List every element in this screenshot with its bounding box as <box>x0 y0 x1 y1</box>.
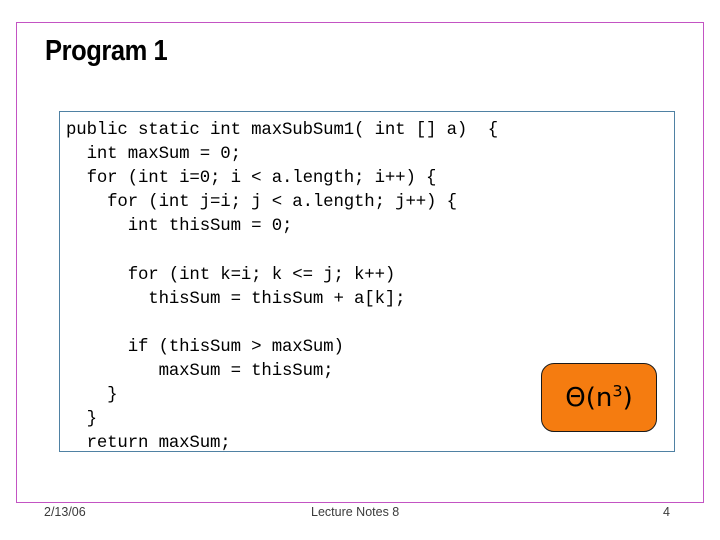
complexity-badge: Θ(n3) <box>541 363 657 432</box>
page-title: Program 1 <box>45 35 168 67</box>
slide-frame: Program 1 public static int maxSubSum1( … <box>16 22 704 503</box>
complexity-exponent: 3 <box>612 380 623 400</box>
footer-date: 2/13/06 <box>44 505 86 519</box>
complexity-close-paren: ) <box>622 382 633 413</box>
slide-footer: 2/13/06 Lecture Notes 8 4 <box>0 505 720 529</box>
footer-title: Lecture Notes 8 <box>311 505 400 519</box>
complexity-badge-label: Θ(n3) <box>565 382 633 413</box>
footer-page-number: 4 <box>663 505 670 519</box>
complexity-theta-text: Θ(n <box>565 382 613 413</box>
